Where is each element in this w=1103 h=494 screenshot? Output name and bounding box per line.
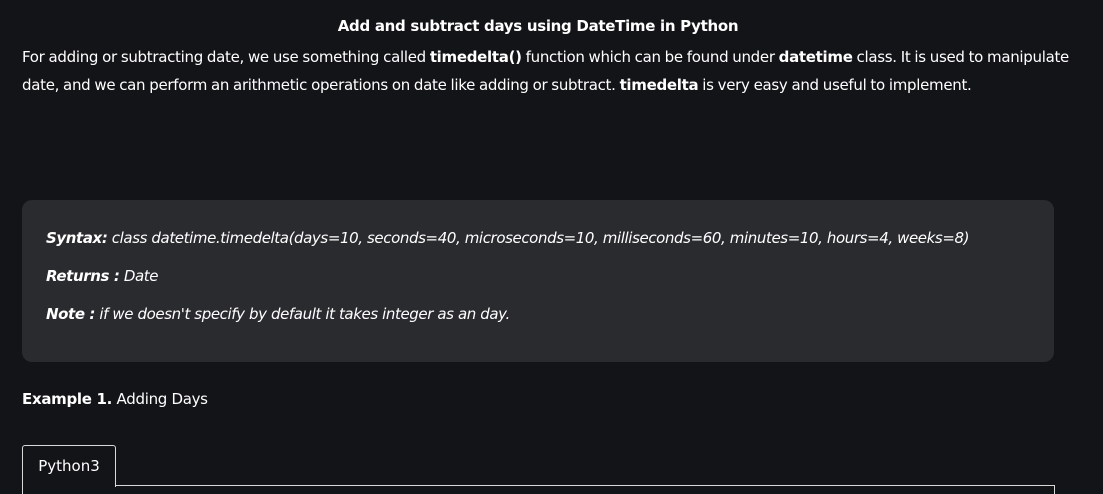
timedelta-function-keyword: timedelta(): [429, 48, 522, 66]
timedelta-keyword: timedelta: [619, 76, 699, 94]
note-line: Note : if we doesn't specify by default …: [46, 304, 1030, 324]
syntax-text: class datetime.timedelta(days=10, second…: [107, 229, 970, 247]
intro-text-2: function which can be found under: [521, 48, 779, 66]
returns-line: Returns : Date: [46, 266, 1030, 286]
intro-text-4: is very easy and useful to implement.: [698, 76, 972, 94]
returns-text: Date: [119, 267, 159, 285]
intro-text-1: For adding or subtracting date, we use s…: [22, 48, 430, 66]
datetime-class-keyword: datetime: [778, 48, 853, 66]
article-page: Add and subtract days using DateTime in …: [0, 0, 1103, 494]
note-label: Note :: [46, 305, 96, 323]
tab-python3[interactable]: Python3: [22, 445, 116, 487]
example-heading: Example 1. Adding Days: [22, 390, 208, 408]
intro-paragraph: For adding or subtracting date, we use s…: [22, 43, 1082, 99]
example-text: Adding Days: [112, 390, 208, 408]
syntax-label: Syntax:: [46, 229, 108, 247]
syntax-line: Syntax: class datetime.timedelta(days=10…: [46, 228, 1030, 248]
code-block: [22, 485, 1055, 494]
example-label: Example 1.: [22, 390, 113, 408]
returns-label: Returns :: [46, 267, 120, 285]
article-title: Add and subtract days using DateTime in …: [337, 17, 739, 35]
syntax-box: Syntax: class datetime.timedelta(days=10…: [22, 200, 1054, 362]
note-text: if we doesn't specify by default it take…: [95, 305, 510, 323]
